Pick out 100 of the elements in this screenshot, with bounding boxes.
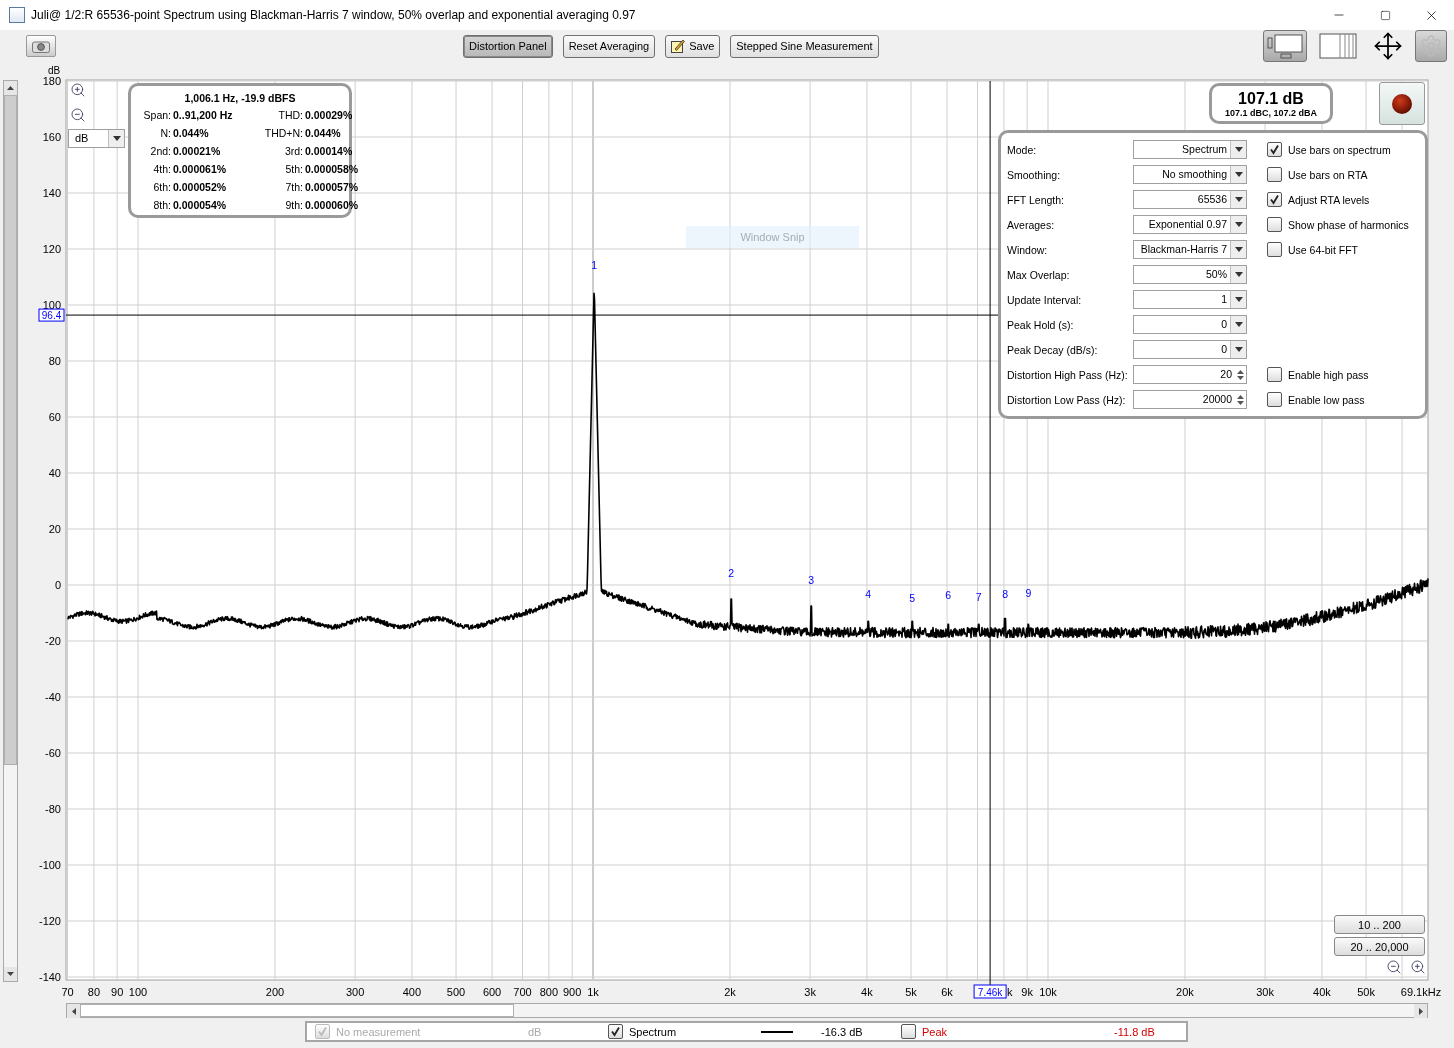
setting-dropdown[interactable]: 1 — [1133, 290, 1247, 309]
toolbar-button[interactable]: Reset Averaging — [562, 34, 656, 58]
axis-tick-label: -80 — [45, 803, 61, 815]
caret-icon — [1234, 147, 1243, 152]
save-button[interactable]: Save — [665, 34, 721, 58]
zoom-out-icon[interactable] — [1386, 959, 1402, 975]
caret-icon — [1234, 247, 1243, 252]
setting-label: Distortion Low Pass (Hz): — [1007, 393, 1127, 406]
harmonic-marker: 7 — [975, 590, 982, 603]
checkbox[interactable] — [1267, 167, 1282, 182]
axis-tick-label: 30k — [1256, 986, 1274, 998]
camera-button[interactable] — [26, 35, 56, 57]
settings-icon — [1419, 34, 1443, 58]
axis-tick-label: 300 — [345, 986, 365, 998]
setting-label: Window: — [1007, 243, 1049, 256]
axis-tick-label: 800 — [539, 986, 559, 998]
checkbox-label: Use 64-bit FFT — [1288, 243, 1358, 256]
axis-tick-label: 70 — [61, 986, 74, 998]
axis-tick-label: 120 — [42, 243, 61, 255]
axis-tick-label: -100 — [38, 859, 61, 871]
setting-dropdown[interactable]: Spectrum — [1133, 140, 1247, 159]
harmonic-marker: 2 — [728, 567, 735, 579]
axis-tick-label: -40 — [45, 691, 61, 703]
harmonic-marker: 5 — [909, 592, 916, 605]
metric-value: 0.000057% — [305, 181, 359, 193]
setting-dropdown[interactable]: Exponential 0.97 — [1133, 215, 1247, 234]
range-button[interactable]: 20 .. 20,000 — [1334, 937, 1425, 956]
axis-tick-label: 3k — [804, 986, 816, 998]
setting-dropdown[interactable]: 65536 — [1133, 190, 1247, 209]
number-spinner[interactable]: 20000 — [1133, 390, 1247, 409]
axis-tick-label: 4k — [861, 986, 873, 998]
caret-icon — [1234, 172, 1243, 177]
caret-icon — [1234, 347, 1243, 352]
checkbox-label: Adjust RTA levels — [1288, 193, 1370, 206]
setting-dropdown[interactable]: 0 — [1133, 340, 1247, 359]
up-arrow-icon — [7, 86, 14, 90]
metric-label: 5th: — [284, 163, 303, 175]
legend-reading: -16.3 dB — [821, 1025, 864, 1038]
axis-tick-label: 10k — [1039, 986, 1057, 998]
axis-tick-label: 20 — [48, 523, 61, 535]
metric-label: 9th: — [284, 199, 303, 211]
cursor-readout: 96.4 — [38, 308, 65, 322]
harmonic-marker: 4 — [865, 588, 872, 600]
checkbox[interactable] — [1267, 367, 1282, 382]
down-arrow-icon — [7, 972, 14, 976]
toolbar-button[interactable]: Distortion Panel — [463, 34, 553, 58]
setting-label: Update Interval: — [1007, 293, 1083, 306]
pencil-icon — [671, 39, 686, 53]
checkbox[interactable] — [1267, 217, 1282, 232]
zoom-in-icon[interactable] — [70, 82, 86, 98]
panel-layout-icon — [1267, 33, 1303, 59]
setting-dropdown[interactable]: 50% — [1133, 265, 1247, 284]
setting-dropdown[interactable]: No smoothing — [1133, 165, 1247, 184]
axis-tick-label: 100 — [42, 299, 61, 311]
metric-label: 6th: — [152, 181, 171, 193]
metric-value: 0.044% — [173, 127, 210, 139]
checkbox-label: Use bars on spectrum — [1288, 143, 1391, 156]
zoom-out-icon[interactable] — [70, 107, 86, 123]
record-button[interactable] — [1379, 82, 1425, 125]
axis-tick-label: -120 — [38, 915, 61, 927]
number-spinner[interactable]: 20 — [1133, 365, 1247, 384]
up-arrow-icon — [1237, 369, 1244, 374]
checkbox[interactable] — [1267, 242, 1282, 257]
metric-value: 0.044% — [305, 127, 342, 139]
metric-value: 0..91,200 Hz — [173, 109, 234, 121]
axis-tick-label: 60 — [48, 411, 61, 423]
cursor-readout: 7.46k — [973, 984, 1007, 999]
down-arrow-icon — [1237, 375, 1244, 380]
setting-label: Peak Decay (dB/s): — [1007, 343, 1099, 356]
axis-tick-label: 400 — [402, 986, 422, 998]
axis-tick-label: 0 — [54, 579, 61, 591]
setting-label: FFT Length: — [1007, 193, 1065, 206]
checkbox[interactable] — [1267, 392, 1282, 407]
metric-value: 0.000060% — [305, 199, 359, 211]
checkbox[interactable] — [1267, 142, 1282, 157]
move-arrows-icon — [1373, 31, 1403, 61]
checkbox[interactable] — [608, 1024, 623, 1039]
harmonic-marker: 6 — [945, 589, 952, 602]
record-dot-icon — [1391, 92, 1413, 115]
checkbox-label: Use bars on RTA — [1288, 168, 1368, 181]
range-button[interactable]: 10 .. 200 — [1334, 915, 1425, 934]
axis-tick-label: -60 — [45, 747, 61, 759]
axis-tick-label: k — [1007, 986, 1013, 998]
unit-dropdown[interactable]: dB — [68, 129, 125, 148]
toolbar-button[interactable]: Stepped Sine Measurement — [730, 34, 879, 58]
zoom-in-icon[interactable] — [1410, 959, 1426, 975]
metric-value: 0.00029% — [305, 109, 354, 121]
vertical-scrollbar[interactable] — [3, 80, 18, 982]
checkbox[interactable] — [901, 1024, 916, 1039]
setting-dropdown[interactable]: Blackman-Harris 7 — [1133, 240, 1247, 259]
window-title: Juli@ 1/2:R 65536-point Spectrum using Blackman-Harris 7 window, 50% overlap and exponential averaging 0.97 — [31, 8, 637, 22]
horizontal-scrollbar[interactable] — [66, 1003, 1428, 1018]
axis-tick-label: 40 — [48, 467, 61, 479]
setting-dropdown[interactable]: 0 — [1133, 315, 1247, 334]
setting-label: Averages: — [1007, 218, 1056, 231]
caret-icon — [112, 136, 121, 141]
caret-icon — [1234, 197, 1243, 202]
columns-icon — [1319, 33, 1357, 59]
checkbox[interactable] — [1267, 192, 1282, 207]
axis-tick-label: 200 — [265, 986, 285, 998]
